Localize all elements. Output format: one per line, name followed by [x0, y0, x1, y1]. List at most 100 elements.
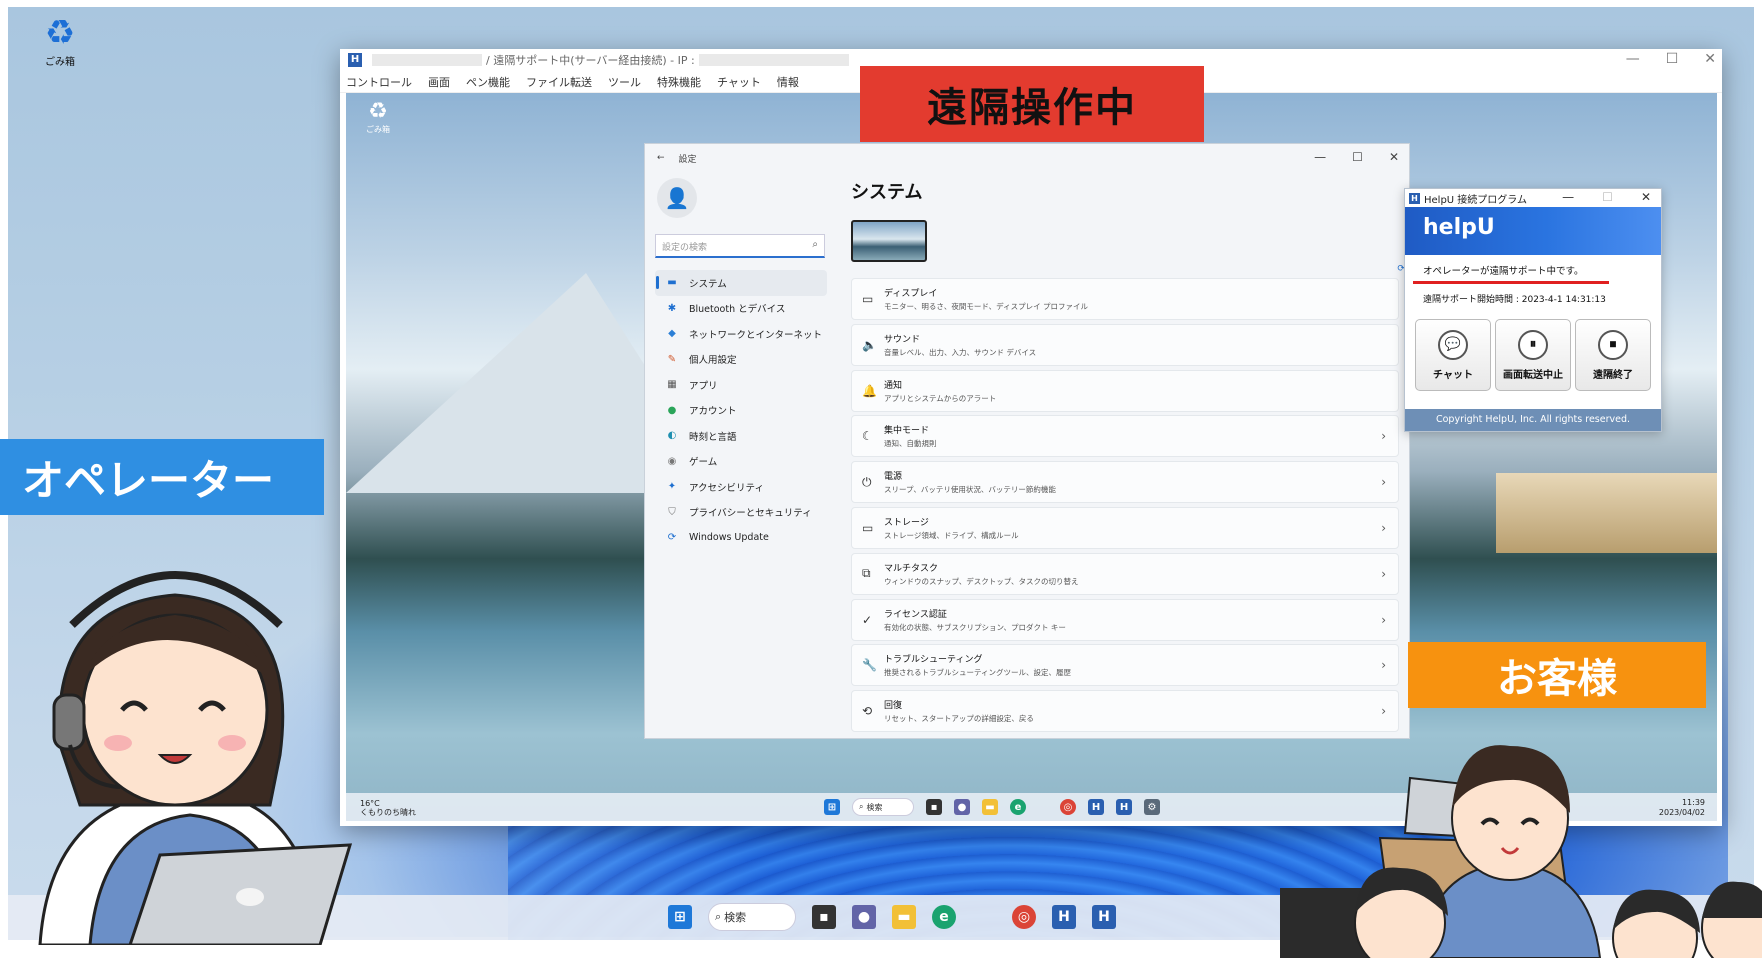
settings-close-button[interactable]: ✕ — [1389, 150, 1399, 164]
helpu-app-icon: H — [348, 53, 362, 67]
card-title: 回復 — [884, 701, 903, 712]
pause-screen-button[interactable]: ⏸ 画面転送中止 — [1495, 319, 1571, 391]
recovery-icon: ⟲ — [862, 704, 873, 719]
remote-support-window[interactable]: H / 遠隔サポート中(サーバー経由接続) - IP : — ☐ ✕ コントロー… — [340, 49, 1722, 826]
card-notifications[interactable]: 🔔 通知アプリとシステムからのアラート — [851, 369, 1399, 412]
edge-icon[interactable]: e — [932, 905, 956, 929]
card-subtitle: アプリとシステムからのアラート — [884, 393, 997, 403]
nav-label: アプリ — [689, 380, 718, 392]
menu-pen[interactable]: ペン機能 — [466, 74, 510, 90]
nav-label: ゲーム — [689, 457, 718, 469]
card-power[interactable]: ⏻ 電源 スリープ、バッテリ使用状況、バッテリー節約機能 › — [851, 461, 1399, 504]
remote-recycle-bin[interactable]: ♻ ごみ箱 — [360, 99, 396, 135]
card-activation[interactable]: ✓ ライセンス認証 有効化の状態、サブスクリプション、プロダクト キー › — [851, 598, 1399, 641]
pause-icon: ⏸ — [1518, 329, 1548, 360]
helpu-title: HelpU 接続プログラム — [1424, 194, 1527, 206]
nav-item-network[interactable]: ◆ ネットワークとインターネット — [655, 321, 827, 347]
menu-file-transfer[interactable]: ファイル転送 — [526, 74, 592, 90]
remote-window-title: / 遠隔サポート中(サーバー経由接続) - IP : — [486, 54, 695, 67]
card-sound[interactable]: 🔈 サウンド 音量レベル、出力、入力、サウンド デバイス — [851, 323, 1399, 366]
nav-item-bluetooth[interactable]: ✱ Bluetooth とデバイス — [655, 296, 827, 322]
settings-search-input[interactable]: 設定の検索 ⌕ — [655, 234, 825, 258]
nav-item-personalization[interactable]: ✎ 個人用設定 — [655, 347, 827, 373]
close-button[interactable]: ✕ — [1704, 51, 1716, 67]
bell-icon: 🔔 — [862, 383, 877, 398]
shield-icon: ⛉ — [668, 506, 676, 518]
menu-control[interactable]: コントロール — [346, 74, 412, 90]
card-troubleshoot[interactable]: 🔧 トラブルシューティング 推奨されるトラブルシューティングツール、設定、履歴 › — [851, 644, 1399, 687]
card-title: 集中モード — [884, 426, 930, 437]
maximize-button[interactable]: ☐ — [1666, 51, 1679, 67]
speaker-icon: 🔈 — [862, 337, 877, 352]
helpu-icon[interactable]: H — [1088, 799, 1104, 815]
settings-minimize-button[interactable]: — — [1314, 150, 1326, 164]
gamepad-icon: ◉ — [667, 455, 677, 467]
task-view-icon[interactable]: ▪ — [812, 905, 836, 929]
nav-item-time-language[interactable]: ◐ 時刻と言語 — [655, 423, 827, 449]
storage-icon: ▭ — [862, 520, 874, 535]
end-remote-button[interactable]: ⏹ 遠隔終了 — [1575, 319, 1651, 391]
helpu-brand-banner: helpU — [1405, 207, 1661, 255]
menu-info[interactable]: 情報 — [777, 74, 799, 90]
folder-icon[interactable]: ▬ — [982, 799, 998, 815]
search-icon: ⌕ — [812, 239, 818, 250]
helpu-icon-2[interactable]: H — [1092, 905, 1116, 929]
card-multitasking[interactable]: ⧉ マルチタスク ウィンドウのスナップ、デスクトップ、タスクの切り替え › — [851, 552, 1399, 595]
settings-window[interactable]: ← 設定 — ☐ ✕ 👤 設定の検索 ⌕ ▬ システム ✱ Bluetooth とデ… — [644, 143, 1419, 739]
minimize-button[interactable]: — — [1626, 51, 1640, 67]
card-storage[interactable]: ▭ ストレージ ストレージ領域、ドライブ、構成ルール › — [851, 506, 1399, 549]
menu-special[interactable]: 特殊機能 — [657, 74, 701, 90]
nav-item-privacy[interactable]: ⛉ プライバシーとセキュリティ — [655, 500, 827, 526]
edge-icon[interactable]: e — [1010, 799, 1026, 815]
system-cards: ▭ ディスプレイ モニター、明るさ、夜間モード、ディスプレイ プロファイル 🔈 サウン… — [851, 278, 1399, 733]
settings-maximize-button[interactable]: ☐ — [1352, 150, 1363, 164]
card-display[interactable]: ▭ ディスプレイ モニター、明るさ、夜間モード、ディスプレイ プロファイル — [851, 278, 1399, 320]
nav-item-accessibility[interactable]: ✦ アクセシビリティ — [655, 474, 827, 500]
recycle-bin-icon[interactable]: ♻ ごみ箱 — [30, 13, 90, 68]
recycle-icon: ♻ — [44, 13, 76, 53]
start-icon[interactable]: ⊞ — [668, 905, 692, 929]
nav-label: アクセシビリティ — [689, 482, 764, 494]
chrome-icon[interactable]: ◎ — [1060, 799, 1076, 815]
chevron-right-icon: › — [1381, 704, 1386, 719]
local-taskbar-search[interactable]: ⌕ 検索 — [708, 903, 796, 931]
card-title: 通知 — [884, 380, 903, 391]
helpu-minimize-button[interactable]: — — [1562, 190, 1574, 204]
nav-item-apps[interactable]: ▦ アプリ — [655, 372, 827, 398]
chat-icon[interactable]: ● — [852, 905, 876, 929]
task-view-icon[interactable]: ▪ — [926, 799, 942, 815]
chat-icon[interactable]: ● — [954, 799, 970, 815]
nav-item-gaming[interactable]: ◉ ゲーム — [655, 449, 827, 475]
helpu-close-button[interactable]: ✕ — [1641, 190, 1651, 204]
user-avatar-icon[interactable]: 👤 — [657, 178, 697, 218]
helpu-icon-2[interactable]: H — [1116, 799, 1132, 815]
power-icon: ⏻ — [862, 474, 872, 489]
nav-item-accounts[interactable]: ● アカウント — [655, 398, 827, 424]
chevron-right-icon: › — [1381, 658, 1386, 673]
card-subtitle: 音量レベル、出力、入力、サウンド デバイス — [884, 347, 1037, 357]
operator-banner: オペレーター — [0, 439, 324, 515]
chat-button[interactable]: 💬 チャット — [1415, 319, 1491, 391]
wrench-icon: 🔧 — [862, 658, 877, 673]
settings-gear-icon[interactable]: ⚙ — [1144, 799, 1160, 815]
folder-icon[interactable]: ▬ — [892, 905, 916, 929]
card-subtitle: ストレージ領域、ドライブ、構成ルール — [884, 530, 1019, 540]
settings-sidebar: 👤 設定の検索 ⌕ ▬ システム ✱ Bluetooth とデバイス ◆ ネットワーク… — [655, 174, 827, 551]
nav-item-windows-update[interactable]: ⟳ Windows Update — [655, 525, 827, 551]
card-focus[interactable]: ☾ 集中モード 通知、自動規則 › — [851, 415, 1399, 458]
chrome-icon[interactable]: ◎ — [1012, 905, 1036, 929]
menu-tools[interactable]: ツール — [608, 74, 641, 90]
taskbar-search[interactable]: ⌕ 検索 — [852, 798, 914, 816]
nav-item-system[interactable]: ▬ システム — [655, 270, 827, 296]
helpu-connection-window[interactable]: H HelpU 接続プログラム — ☐ ✕ helpU オペレーターが遠隔サポー… — [1404, 188, 1662, 432]
card-title: ストレージ — [884, 517, 929, 528]
helpu-maximize-button[interactable]: ☐ — [1602, 190, 1613, 204]
menu-screen[interactable]: 画面 — [428, 74, 450, 90]
start-icon[interactable]: ⊞ — [824, 799, 840, 815]
redacted-ip — [698, 54, 849, 66]
nav-label: Bluetooth とデバイス — [689, 304, 786, 316]
menu-chat[interactable]: チャット — [717, 74, 761, 90]
helpu-icon[interactable]: H — [1052, 905, 1076, 929]
desktop-thumbnail[interactable] — [851, 220, 927, 262]
back-arrow-icon[interactable]: ← — [657, 153, 665, 163]
